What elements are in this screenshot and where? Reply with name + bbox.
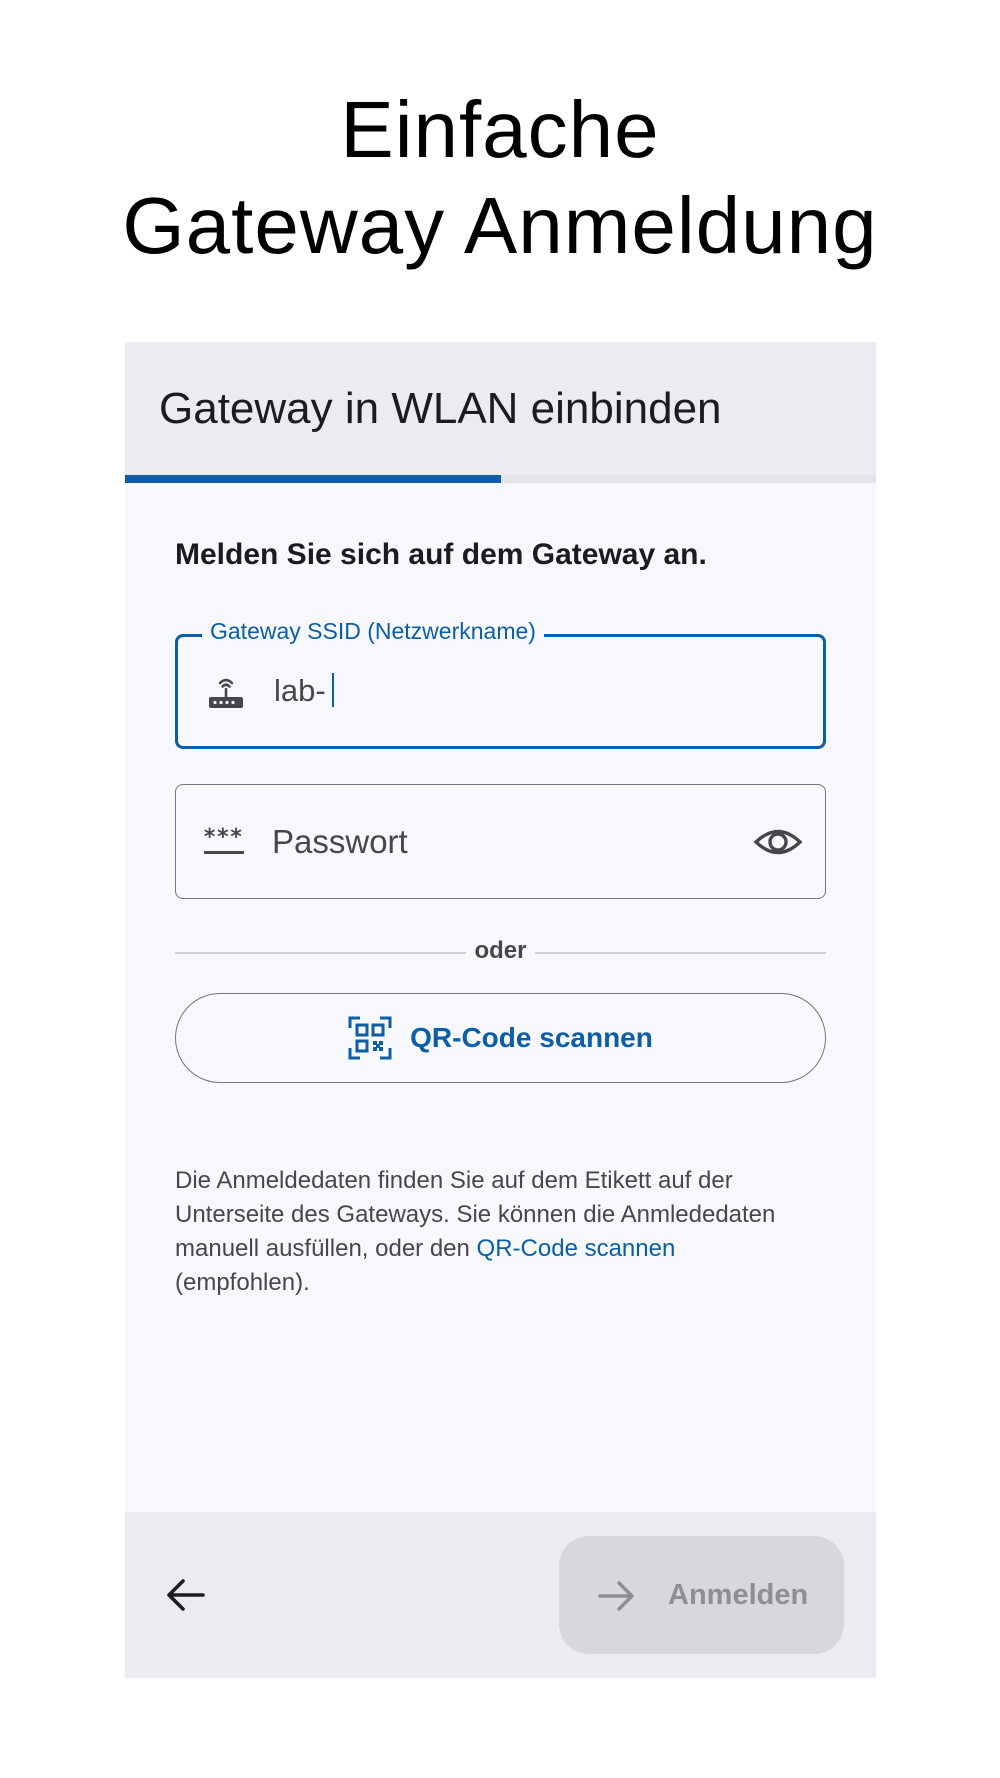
app-bar-title: Gateway in WLAN einbinden xyxy=(159,384,722,433)
qr-scan-button[interactable]: QR-Code scannen xyxy=(175,993,826,1083)
or-divider-label: oder xyxy=(466,937,535,964)
ssid-input-value: lab- xyxy=(274,673,326,708)
login-button-label: Anmelden xyxy=(668,1579,809,1611)
ssid-field-label: Gateway SSID (Netzwerkname) xyxy=(202,618,544,645)
app-bar: Gateway in WLAN einbinden xyxy=(125,342,876,475)
bottom-bar: Anmelden xyxy=(125,1512,876,1678)
info-text-suffix: (empfohlen). xyxy=(175,1269,310,1296)
password-field[interactable]: *** Passwort xyxy=(175,784,826,899)
headline-line-2: Gateway Anmeldung xyxy=(122,181,878,270)
arrow-right-icon xyxy=(598,1581,634,1611)
password-icon: *** xyxy=(203,825,244,854)
progress-bar xyxy=(125,475,876,483)
headline-line-1: Einfache xyxy=(340,85,660,174)
qr-code-scan-icon xyxy=(348,1016,392,1060)
login-button[interactable]: Anmelden xyxy=(559,1536,844,1654)
ssid-field[interactable]: Gateway SSID (Netzwerkname) lab- xyxy=(175,618,826,749)
info-text-body: Die Anmeldedaten finden Sie auf dem Etik… xyxy=(175,1167,776,1262)
text-caret xyxy=(331,673,334,707)
arrow-left-icon[interactable] xyxy=(163,1572,209,1618)
qr-scan-link[interactable]: QR-Code scannen xyxy=(477,1235,676,1262)
eye-icon[interactable] xyxy=(753,817,803,867)
password-input[interactable]: Passwort xyxy=(272,823,408,861)
phone-screen: Gateway in WLAN einbinden Melden Sie sic… xyxy=(125,342,876,1678)
info-text: Die Anmeldedaten finden Sie auf dem Etik… xyxy=(175,1164,835,1300)
form-heading: Melden Sie sich auf dem Gateway an. xyxy=(175,538,707,571)
ssid-input[interactable]: lab- xyxy=(274,673,334,709)
progress-bar-fill xyxy=(125,475,501,483)
svg-text:***: *** xyxy=(203,825,243,850)
router-icon xyxy=(209,678,243,708)
page: Einfache Gateway Anmeldung Gateway in WL… xyxy=(0,0,1000,1778)
or-divider: oder xyxy=(175,937,826,964)
qr-scan-button-label: QR-Code scannen xyxy=(410,1022,653,1053)
headline: Einfache Gateway Anmeldung xyxy=(0,82,1000,274)
